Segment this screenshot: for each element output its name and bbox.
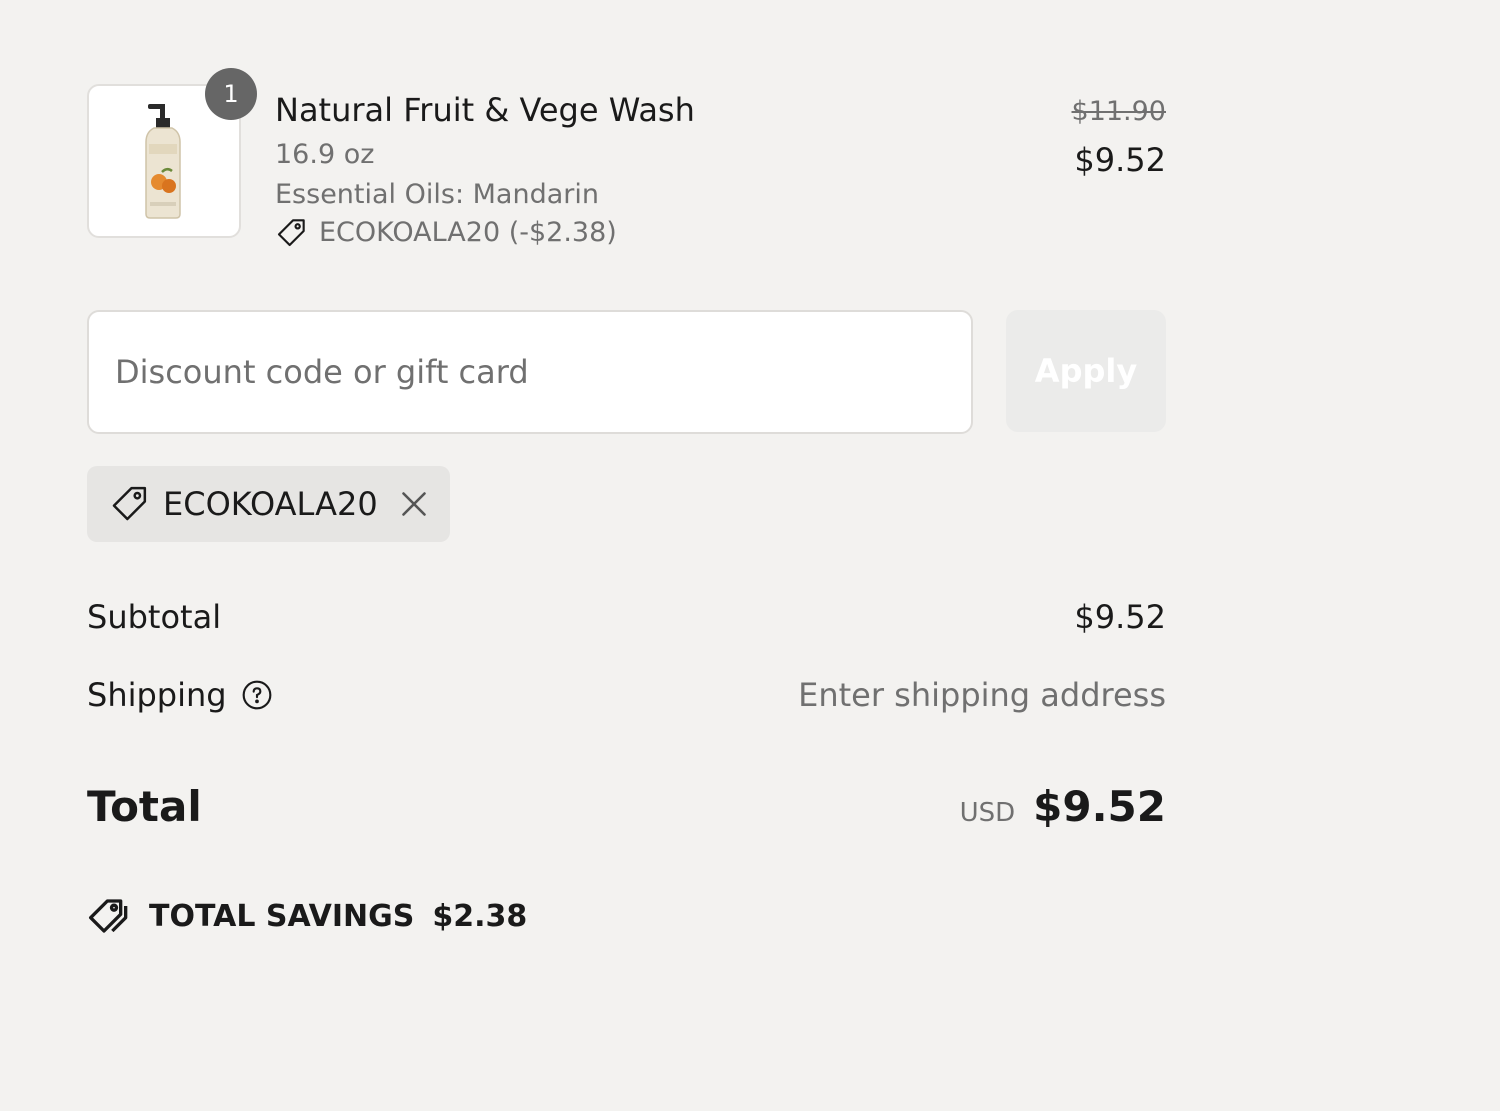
product-thumbnail-wrap: 1 (87, 68, 257, 238)
currency-code: USD (959, 798, 1016, 828)
product-variant: Essential Oils: Mandarin (275, 179, 599, 210)
current-price: $9.52 (1074, 141, 1166, 179)
subtotal-value: $9.52 (1074, 598, 1166, 636)
total-amount: $9.52 (1033, 782, 1166, 831)
apply-button[interactable]: Apply (1006, 310, 1166, 432)
product-bottle-icon (145, 104, 181, 219)
subtotal-label: Subtotal (87, 598, 222, 636)
discount-row: Apply (87, 310, 1166, 434)
line-discount-label: ECOKOALA20 (-$2.38) (319, 217, 617, 248)
total-row: Total USD $9.52 (87, 782, 1166, 831)
order-summary: 1 Natural Fruit & Vege Wash 16.9 oz Esse… (87, 68, 1166, 934)
shipping-label: Shipping (87, 676, 227, 714)
close-icon[interactable] (400, 490, 428, 518)
savings-label: TOTAL SAVINGS (149, 898, 415, 934)
line-item: 1 Natural Fruit & Vege Wash 16.9 oz Esse… (87, 68, 1166, 254)
total-savings: TOTAL SAVINGS $2.38 (87, 896, 527, 936)
product-name: Natural Fruit & Vege Wash (275, 91, 695, 129)
tag-icon (112, 486, 147, 521)
total-label: Total (87, 782, 202, 831)
line-prices: $11.90 $9.52 (1072, 96, 1166, 180)
discount-code-input[interactable] (87, 310, 973, 434)
subtotal-row: Subtotal $9.52 (87, 598, 1166, 636)
savings-tag-icon (88, 899, 128, 933)
product-info: Natural Fruit & Vege Wash 16.9 oz Essent… (275, 90, 695, 250)
question-circle-icon[interactable] (241, 679, 273, 711)
line-discount: ECOKOALA20 (-$2.38) (275, 216, 695, 250)
original-price: $11.90 (1071, 96, 1166, 127)
applied-discount-code: ECOKOALA20 (163, 485, 378, 523)
shipping-label-wrap: Shipping (87, 676, 273, 714)
product-size: 16.9 oz (275, 139, 375, 170)
applied-discount-chip: ECOKOALA20 (87, 466, 450, 542)
remove-discount-button[interactable] (400, 490, 428, 518)
total-value-wrap: USD $9.52 (960, 782, 1166, 831)
quantity-badge: 1 (205, 68, 257, 120)
shipping-row: Shipping Enter shipping address (87, 676, 1166, 714)
savings-amount: $2.38 (432, 898, 528, 934)
shipping-value: Enter shipping address (798, 676, 1166, 714)
tag-icon (277, 219, 305, 247)
